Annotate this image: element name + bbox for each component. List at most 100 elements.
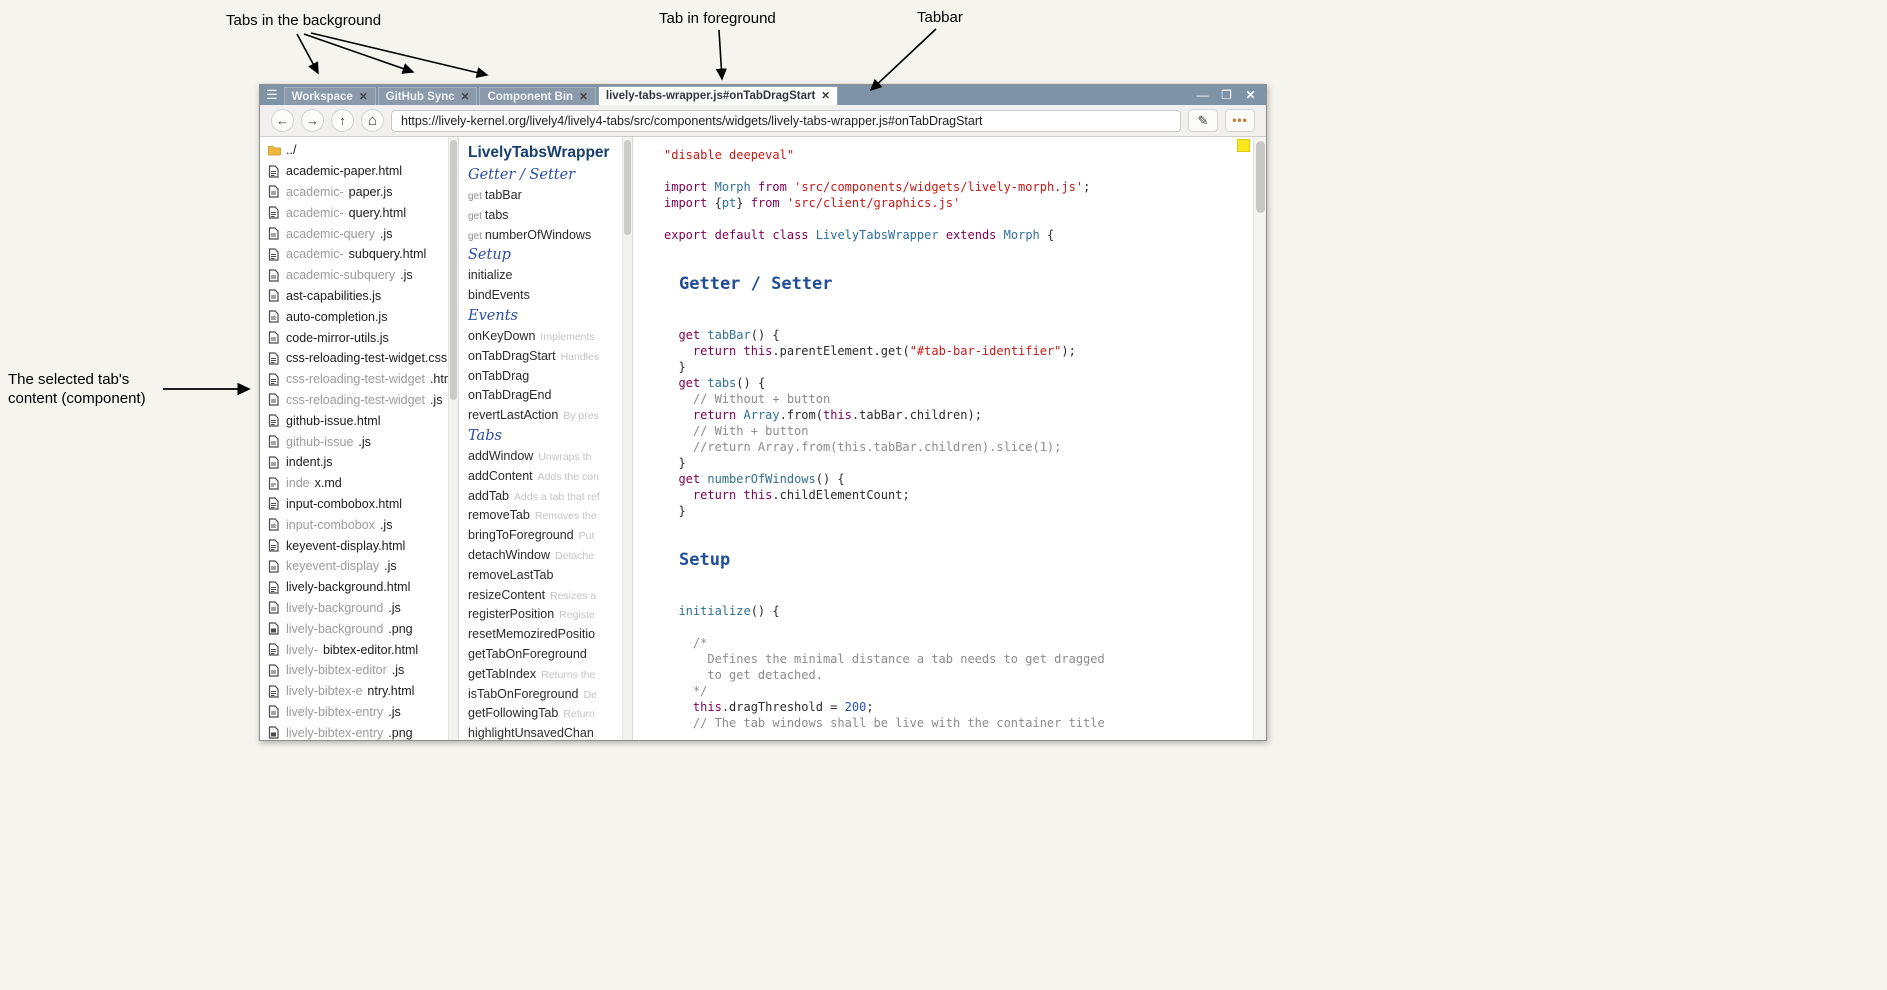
code-token: */ [693, 684, 707, 698]
outline-item[interactable]: addWindowUnwraps th [468, 447, 622, 467]
file-list-scroll-thumb[interactable] [450, 140, 457, 400]
outline-item[interactable]: addTabAdds a tab that ref [468, 487, 622, 507]
outline-item[interactable]: gettabBar [468, 186, 622, 206]
tab-close-icon[interactable]: ✕ [579, 91, 588, 103]
maximize-button[interactable]: ❐ [1219, 85, 1234, 105]
tab-background[interactable]: GitHub Sync✕ [378, 87, 478, 105]
outline-item[interactable]: detachWindowDetache [468, 546, 622, 566]
outline-item[interactable]: getnumberOfWindows [468, 226, 622, 246]
outline-item[interactable]: highlightUnsavedChan [468, 724, 622, 740]
file-list-item[interactable]: lively-bibtex-editor.html [260, 639, 448, 660]
file-list-item[interactable]: ast-capabilities.js [260, 286, 448, 307]
file-list-item[interactable]: lively-bibtex-editor.js [260, 660, 448, 681]
file-list-item[interactable]: code-mirror-utils.js [260, 327, 448, 348]
arrow-to-tab-workspace [297, 34, 318, 73]
tab-close-icon[interactable]: ✕ [821, 90, 830, 102]
close-window-button[interactable]: ✕ [1243, 85, 1258, 105]
up-button[interactable]: ↑ [331, 109, 354, 132]
file-list-item[interactable]: github-issue.html [260, 410, 448, 431]
back-button[interactable]: ← [271, 109, 294, 132]
outline-scrollbar[interactable] [622, 137, 633, 740]
js-icon [268, 185, 281, 198]
code-editor[interactable]: "disable deepeval" import Morph from 'sr… [633, 137, 1254, 740]
js-icon [268, 227, 281, 240]
code-scroll-thumb[interactable] [1256, 141, 1265, 213]
file-list-item[interactable]: academic-subquery.html [260, 244, 448, 265]
minimize-button[interactable]: — [1195, 85, 1210, 105]
outline-scroll-thumb[interactable] [624, 140, 631, 235]
file-list-item[interactable]: keyevent-display.js [260, 556, 448, 577]
outline-item[interactable]: onTabDragEnd [468, 386, 622, 406]
tab-close-icon[interactable]: ✕ [461, 91, 470, 103]
outline-item[interactable]: getTabIndexReturns the [468, 665, 622, 685]
code-token: to get detached. [707, 668, 823, 682]
file-list-item[interactable]: lively-bibtex-entry.html [260, 681, 448, 702]
outline-section-header[interactable]: Events [468, 306, 622, 327]
file-list-item[interactable]: css-reloading-test-widget.css [260, 348, 448, 369]
file-list-item[interactable]: academic-query.html [260, 202, 448, 223]
tabbar[interactable]: ☰ Workspace✕GitHub Sync✕Component Bin✕li… [260, 85, 1266, 105]
file-list-item[interactable]: ../ [260, 140, 448, 161]
outline-item[interactable]: gettabs [468, 206, 622, 226]
outline-item[interactable]: bringToForegroundPut [468, 526, 622, 546]
tab-close-icon[interactable]: ✕ [359, 91, 368, 103]
outline-item[interactable]: isTabOnForegroundDe [468, 685, 622, 705]
file-list-item[interactable]: index.md [260, 473, 448, 494]
outline-item[interactable]: resetMemoziredPositio [468, 625, 622, 645]
outline-item[interactable]: onKeyDownImplements [468, 327, 622, 347]
file-list-item[interactable]: lively-background.js [260, 598, 448, 619]
file-list-item[interactable]: academic-paper.js [260, 182, 448, 203]
code-scrollbar[interactable] [1253, 137, 1266, 740]
arrow-to-foreground-tab [719, 30, 722, 79]
outline-section-header[interactable]: Tabs [468, 426, 622, 447]
outline-item-name: getTabIndex [468, 667, 536, 681]
outline-item[interactable]: resizeContentResizes a [468, 586, 622, 606]
outline-item[interactable]: onTabDrag [468, 367, 622, 387]
outline-item[interactable]: removeTabRemoves the [468, 506, 622, 526]
code-token [707, 228, 714, 242]
code-token [664, 716, 693, 730]
hamburger-menu-icon[interactable]: ☰ [264, 85, 284, 105]
outline-item[interactable]: getFollowingTabReturn [468, 704, 622, 724]
outline-section-header[interactable]: Getter / Setter [468, 165, 622, 186]
file-list-item[interactable]: lively-bibtex-entry.js [260, 702, 448, 723]
code-line: } [664, 503, 1254, 519]
forward-button[interactable]: → [301, 109, 324, 132]
outline-item[interactable]: addContentAdds the con [468, 467, 622, 487]
outline-item[interactable]: bindEvents [468, 286, 622, 306]
file-list-item[interactable]: lively-background.html [260, 577, 448, 598]
file-list-item[interactable]: lively-background.png [260, 618, 448, 639]
file-list-item[interactable]: auto-completion.js [260, 306, 448, 327]
tab-label: Component Bin [487, 91, 573, 103]
file-list-item[interactable]: academic-query.js [260, 223, 448, 244]
code-token: Morph [1004, 228, 1040, 242]
outline-item[interactable]: getTabOnForeground [468, 645, 622, 665]
more-options-button[interactable]: ••• [1225, 109, 1255, 132]
file-list-item[interactable]: input-combobox.html [260, 494, 448, 515]
file-list-item[interactable]: css-reloading-test-widget.html [260, 369, 448, 390]
file-list-item[interactable]: academic-subquery.js [260, 265, 448, 286]
file-list-item[interactable]: css-reloading-test-widget.js [260, 390, 448, 411]
file-list-item[interactable]: lively-bibtex-entry.png [260, 722, 448, 740]
home-button[interactable]: ⌂ [361, 109, 384, 132]
file-list-item[interactable]: input-combobox.js [260, 514, 448, 535]
edit-pencil-button[interactable]: ✎ [1188, 109, 1218, 132]
outline-item[interactable]: removeLastTab [468, 566, 622, 586]
tab-background[interactable]: Workspace✕ [284, 87, 376, 105]
url-input[interactable]: https://lively-kernel.org/lively4/lively… [391, 110, 1181, 132]
tab-background[interactable]: Component Bin ✕ [479, 87, 595, 105]
outline-item[interactable]: registerPositionRegiste [468, 605, 622, 625]
outline-item[interactable]: revertLastActionBy pres [468, 406, 622, 426]
tab-foreground[interactable]: lively-tabs-wrapper.js#onTabDragStart✕ [598, 86, 838, 105]
outline-item[interactable]: onTabDragStartHandles [468, 347, 622, 367]
code-token: get [678, 376, 700, 390]
file-list-item[interactable]: github-issue.js [260, 431, 448, 452]
code-token: get [678, 328, 700, 342]
outline-section-header[interactable]: Setup [468, 245, 622, 266]
file-list-item[interactable]: keyevent-display.html [260, 535, 448, 556]
file-list-scrollbar[interactable] [448, 137, 459, 740]
js-icon [268, 560, 281, 573]
file-list-item[interactable]: indent.js [260, 452, 448, 473]
outline-item[interactable]: initialize [468, 266, 622, 286]
file-list-item[interactable]: academic-paper.html [260, 161, 448, 182]
